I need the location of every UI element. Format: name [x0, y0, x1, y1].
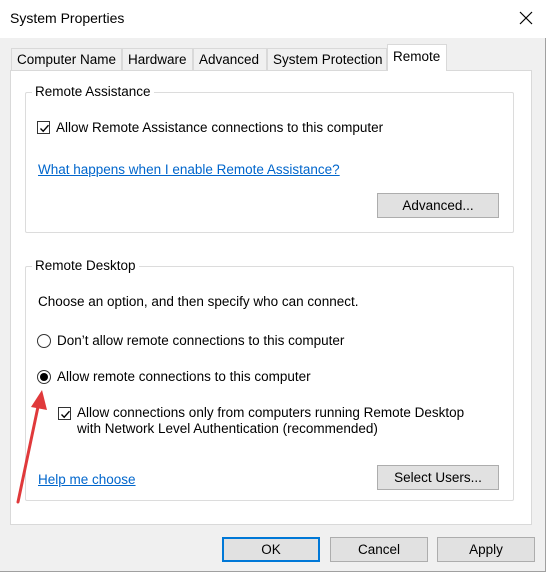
allow-remote-assistance-checkbox[interactable] — [37, 121, 50, 134]
allow-remote-radio-row[interactable]: Allow remote connections to this compute… — [37, 369, 311, 384]
allow-remote-radio[interactable] — [37, 369, 51, 384]
dont-allow-label: Don’t allow remote connections to this c… — [57, 333, 345, 348]
tab-remote[interactable]: Remote — [387, 44, 447, 71]
advanced-button[interactable]: Advanced... — [377, 193, 499, 218]
cancel-button[interactable]: Cancel — [330, 537, 428, 562]
allow-remote-assistance-checkbox-row[interactable]: Allow Remote Assistance connections to t… — [37, 120, 383, 135]
nla-label-line1: Allow connections only from computers ru… — [77, 405, 465, 420]
dont-allow-radio[interactable] — [37, 333, 51, 348]
allow-remote-label: Allow remote connections to this compute… — [57, 369, 311, 384]
remote-desktop-group-label: Remote Desktop — [32, 258, 139, 273]
nla-checkbox[interactable] — [58, 407, 71, 420]
checkmark-icon — [61, 410, 71, 419]
window-title: System Properties — [10, 10, 125, 26]
remote-desktop-instruction: Choose an option, and then specify who c… — [38, 294, 359, 309]
nla-checkbox-row[interactable]: Allow connections only from computers ru… — [58, 405, 464, 437]
tab-hardware[interactable]: Hardware — [122, 48, 193, 70]
remote-assistance-group: Remote Assistance Allow Remote Assistanc… — [25, 84, 514, 233]
remote-assistance-help-link[interactable]: What happens when I enable Remote Assist… — [38, 162, 340, 177]
nla-label: Allow connections only from computers ru… — [77, 405, 464, 437]
select-users-button[interactable]: Select Users... — [377, 465, 499, 490]
system-properties-window: System Properties Computer Name Hardware… — [0, 0, 546, 572]
tab-computer-name[interactable]: Computer Name — [11, 48, 122, 70]
nla-label-line2: with Network Level Authentication (recom… — [77, 421, 378, 436]
remote-desktop-group: Remote Desktop Choose an option, and the… — [25, 258, 514, 501]
remote-assistance-group-label: Remote Assistance — [32, 84, 154, 99]
title-bar: System Properties — [0, 0, 546, 38]
dont-allow-radio-row[interactable]: Don’t allow remote connections to this c… — [37, 333, 344, 348]
checkmark-icon — [40, 124, 50, 133]
apply-button[interactable]: Apply — [437, 537, 535, 562]
close-icon[interactable] — [518, 10, 534, 26]
tab-system-protection[interactable]: System Protection — [267, 48, 387, 70]
tab-advanced[interactable]: Advanced — [193, 48, 267, 70]
red-arrow-annotation — [16, 390, 47, 504]
remote-tab-panel: Remote Assistance Allow Remote Assistanc… — [10, 70, 532, 525]
radio-selected-dot — [40, 372, 48, 381]
allow-remote-assistance-label: Allow Remote Assistance connections to t… — [56, 120, 384, 135]
ok-button[interactable]: OK — [222, 537, 320, 562]
